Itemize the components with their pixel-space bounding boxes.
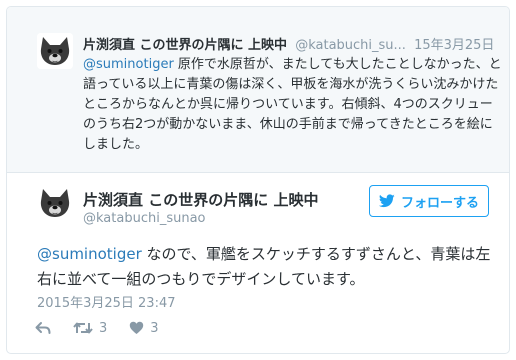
retweet-action[interactable]: 3	[73, 321, 107, 336]
dog-avatar-icon	[37, 185, 73, 221]
heart-icon	[130, 321, 144, 334]
tweet-timestamp[interactable]: 2015年3月25日 23:47	[37, 292, 176, 311]
parent-date[interactable]: 15年3月25日	[414, 38, 494, 53]
reply-icon	[35, 322, 51, 334]
parent-tweet-text: @suminotiger 原作で水原哲が、またしても大したことしなかった、と語っ…	[83, 55, 503, 155]
main-avatar[interactable]	[37, 185, 73, 221]
twitter-bird-icon	[378, 194, 395, 208]
main-author-name[interactable]: 片渕須直 この世界の片隅に 上映中	[83, 189, 318, 210]
reply-action[interactable]	[35, 321, 51, 335]
like-count: 3	[150, 320, 159, 336]
tweet-embed-card: 片渕須直 この世界の片隅に 上映中 @katabuchi_su... 15年3月…	[6, 6, 510, 354]
tweet-actions: 3 3	[35, 318, 181, 338]
parent-author-handle[interactable]: @katabuchi_su...	[295, 38, 406, 53]
retweet-icon	[73, 322, 93, 334]
parent-author-name[interactable]: 片渕須直 この世界の片隅に 上映中	[83, 38, 287, 53]
main-author-handle[interactable]: @katabuchi_sunao	[83, 211, 206, 226]
parent-header: 片渕須直 この世界の片隅に 上映中 @katabuchi_su... 15年3月…	[83, 34, 503, 53]
parent-avatar[interactable]	[37, 33, 73, 69]
retweet-count: 3	[99, 320, 108, 336]
main-mention-link[interactable]: @suminotiger	[37, 245, 142, 263]
follow-button-label: フォローする	[400, 195, 479, 211]
parent-tweet[interactable]: 片渕須直 この世界の片隅に 上映中 @katabuchi_su... 15年3月…	[7, 7, 509, 173]
follow-button[interactable]: フォローする	[369, 185, 489, 217]
dog-avatar-icon	[37, 33, 73, 69]
like-action[interactable]: 3	[129, 320, 159, 336]
main-tweet-text: @suminotiger なので、軍艦をスケッチするすずさんと、青葉は左右に並べ…	[37, 242, 497, 292]
parent-mention-link[interactable]: @suminotiger	[83, 57, 174, 72]
